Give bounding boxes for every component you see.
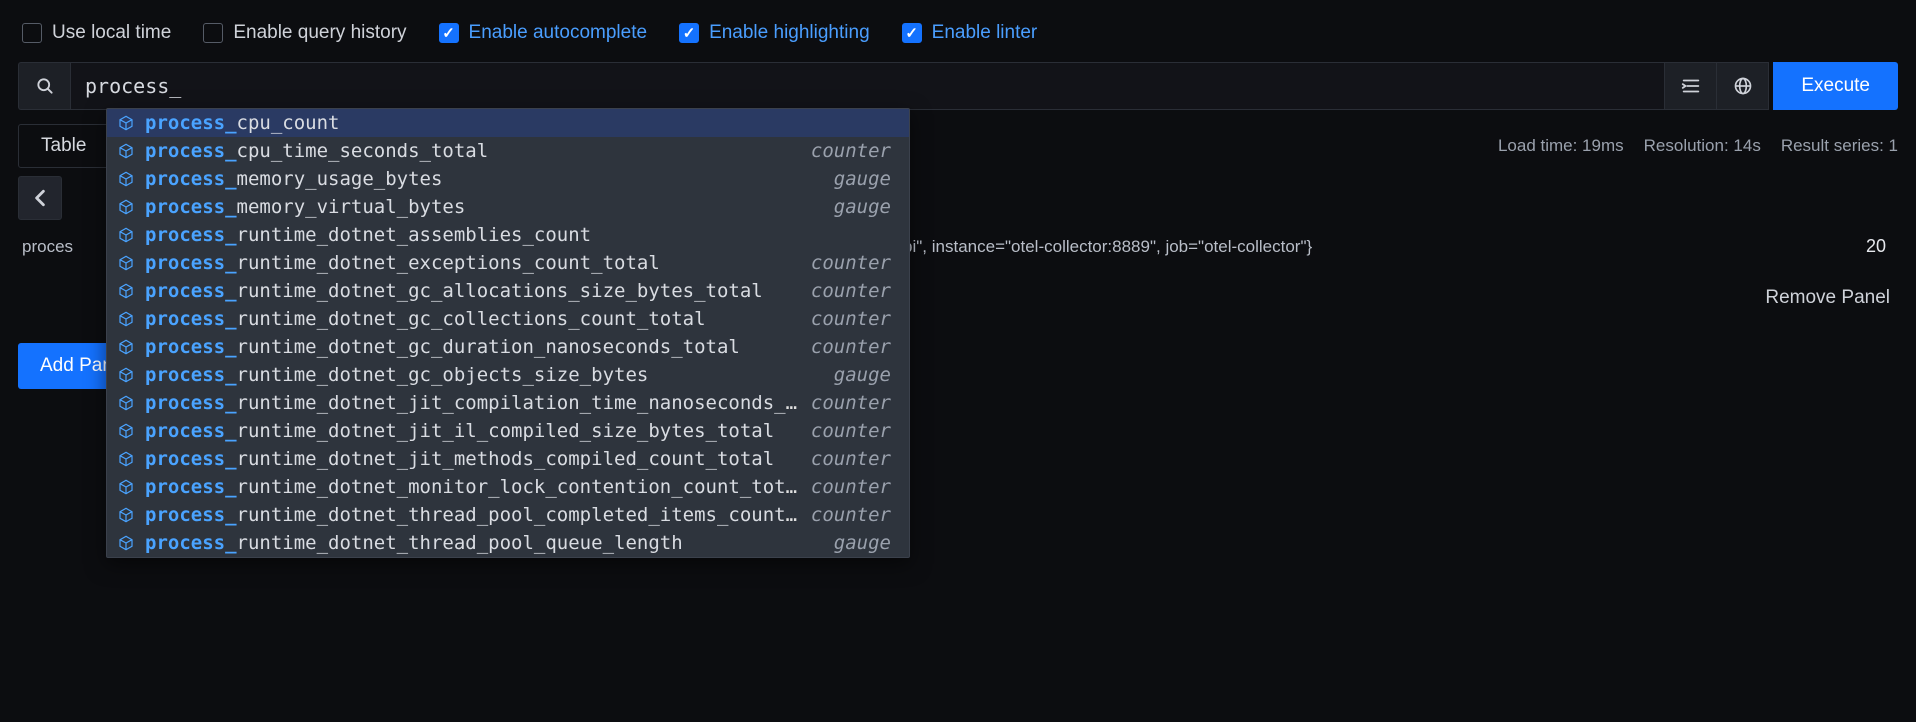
opt-enable-linter[interactable]: Enable linter xyxy=(902,22,1038,44)
autocomplete-item-label: process_runtime_dotnet_gc_duration_nanos… xyxy=(145,336,801,358)
metric-icon xyxy=(117,394,135,412)
metric-icon xyxy=(117,226,135,244)
metric-icon xyxy=(117,478,135,496)
metric-icon xyxy=(117,506,135,524)
autocomplete-item-type: gauge xyxy=(834,364,891,386)
metric-icon xyxy=(117,422,135,440)
stat-resolution: Resolution: 14s xyxy=(1644,136,1761,156)
opt-label: Enable autocomplete xyxy=(469,22,648,44)
autocomplete-item-type: counter xyxy=(811,252,891,274)
autocomplete-item-label: process_runtime_dotnet_thread_pool_queue… xyxy=(145,532,824,554)
checkbox-icon xyxy=(679,23,699,43)
autocomplete-item-label: process_runtime_dotnet_assemblies_count xyxy=(145,224,881,246)
autocomplete-item[interactable]: process_runtime_dotnet_thread_pool_queue… xyxy=(107,529,909,557)
opt-label: Enable query history xyxy=(233,22,406,44)
autocomplete-item[interactable]: process_memory_usage_bytes gauge xyxy=(107,165,909,193)
autocomplete-item[interactable]: process_runtime_dotnet_gc_duration_nanos… xyxy=(107,333,909,361)
autocomplete-item-label: process_runtime_dotnet_gc_collections_co… xyxy=(145,308,801,330)
autocomplete-item[interactable]: process_runtime_dotnet_thread_pool_compl… xyxy=(107,501,909,529)
opt-label: Enable highlighting xyxy=(709,22,870,44)
query-stats: Load time: 19ms Resolution: 14s Result s… xyxy=(1498,136,1898,156)
metric-icon xyxy=(117,114,135,132)
autocomplete-item-type: gauge xyxy=(834,168,891,190)
autocomplete-item-type: counter xyxy=(811,448,891,470)
autocomplete-item[interactable]: process_memory_virtual_bytes gauge xyxy=(107,193,909,221)
autocomplete-item-label: process_cpu_count xyxy=(145,112,881,134)
autocomplete-item[interactable]: process_runtime_dotnet_exceptions_count_… xyxy=(107,249,909,277)
autocomplete-item-label: process_runtime_dotnet_jit_methods_compi… xyxy=(145,448,801,470)
autocomplete-item-type: counter xyxy=(811,504,891,526)
autocomplete-item-type: counter xyxy=(811,280,891,302)
query-bar: Execute xyxy=(18,62,1898,110)
autocomplete-item-label: process_runtime_dotnet_monitor_lock_cont… xyxy=(145,476,801,498)
autocomplete-item-label: process_runtime_dotnet_exceptions_count_… xyxy=(145,252,801,274)
metric-icon xyxy=(117,198,135,216)
checkbox-icon xyxy=(22,23,42,43)
autocomplete-item-label: process_cpu_time_seconds_total xyxy=(145,140,801,162)
autocomplete-item-type: counter xyxy=(811,336,891,358)
autocomplete-item-type: gauge xyxy=(834,196,891,218)
metric-icon xyxy=(117,310,135,328)
opt-enable-highlighting[interactable]: Enable highlighting xyxy=(679,22,870,44)
metric-icon xyxy=(117,450,135,468)
format-query-button[interactable] xyxy=(1665,62,1717,110)
metric-icon xyxy=(117,366,135,384)
result-value: 20 xyxy=(1866,236,1894,257)
autocomplete-item-type: counter xyxy=(811,140,891,162)
metric-icon xyxy=(117,534,135,552)
metric-icon xyxy=(117,338,135,356)
checkbox-icon xyxy=(203,23,223,43)
checkbox-icon xyxy=(902,23,922,43)
metric-icon xyxy=(117,142,135,160)
autocomplete-item[interactable]: process_runtime_dotnet_gc_collections_co… xyxy=(107,305,909,333)
autocomplete-item[interactable]: process_runtime_dotnet_assemblies_count xyxy=(107,221,909,249)
query-options-row: Use local time Enable query history Enab… xyxy=(18,0,1898,62)
autocomplete-dropdown: process_cpu_count process_cpu_time_second… xyxy=(106,108,910,558)
execute-button[interactable]: Execute xyxy=(1773,62,1898,110)
checkbox-icon xyxy=(439,23,459,43)
globe-icon[interactable] xyxy=(1717,62,1769,110)
opt-enable-history[interactable]: Enable query history xyxy=(203,22,406,44)
autocomplete-item[interactable]: process_cpu_count xyxy=(107,109,909,137)
query-input[interactable] xyxy=(70,62,1665,110)
metric-icon xyxy=(117,254,135,272)
tab-table[interactable]: Table xyxy=(18,124,109,168)
autocomplete-item[interactable]: process_runtime_dotnet_jit_il_compiled_s… xyxy=(107,417,909,445)
stat-load-time: Load time: 19ms xyxy=(1498,136,1624,156)
autocomplete-item-type: counter xyxy=(811,308,891,330)
autocomplete-item[interactable]: process_cpu_time_seconds_total counter xyxy=(107,137,909,165)
autocomplete-item-label: process_runtime_dotnet_jit_il_compiled_s… xyxy=(145,420,801,442)
autocomplete-item-type: gauge xyxy=(834,532,891,554)
opt-enable-autocomplete[interactable]: Enable autocomplete xyxy=(439,22,648,44)
autocomplete-item-type: counter xyxy=(811,420,891,442)
autocomplete-item[interactable]: process_runtime_dotnet_gc_objects_size_b… xyxy=(107,361,909,389)
search-icon[interactable] xyxy=(18,62,70,110)
autocomplete-item-type: counter xyxy=(811,392,891,414)
autocomplete-item[interactable]: process_runtime_dotnet_monitor_lock_cont… xyxy=(107,473,909,501)
opt-use-local-time[interactable]: Use local time xyxy=(22,22,171,44)
autocomplete-item-label: process_memory_virtual_bytes xyxy=(145,196,824,218)
autocomplete-item-label: process_runtime_dotnet_gc_objects_size_b… xyxy=(145,364,824,386)
autocomplete-item[interactable]: process_runtime_dotnet_gc_allocations_si… xyxy=(107,277,909,305)
stat-series: Result series: 1 xyxy=(1781,136,1898,156)
autocomplete-item-label: process_runtime_dotnet_thread_pool_compl… xyxy=(145,504,801,526)
time-prev-button[interactable] xyxy=(18,176,62,220)
metric-icon xyxy=(117,282,135,300)
autocomplete-item-label: process_memory_usage_bytes xyxy=(145,168,824,190)
autocomplete-item[interactable]: process_runtime_dotnet_jit_compilation_t… xyxy=(107,389,909,417)
result-series-label: proces xyxy=(22,237,73,257)
autocomplete-item-type: counter xyxy=(811,476,891,498)
autocomplete-item-label: process_runtime_dotnet_jit_compilation_t… xyxy=(145,392,801,414)
metric-icon xyxy=(117,170,135,188)
opt-label: Use local time xyxy=(52,22,171,44)
autocomplete-item[interactable]: process_runtime_dotnet_jit_methods_compi… xyxy=(107,445,909,473)
opt-label: Enable linter xyxy=(932,22,1038,44)
autocomplete-item-label: process_runtime_dotnet_gc_allocations_si… xyxy=(145,280,801,302)
